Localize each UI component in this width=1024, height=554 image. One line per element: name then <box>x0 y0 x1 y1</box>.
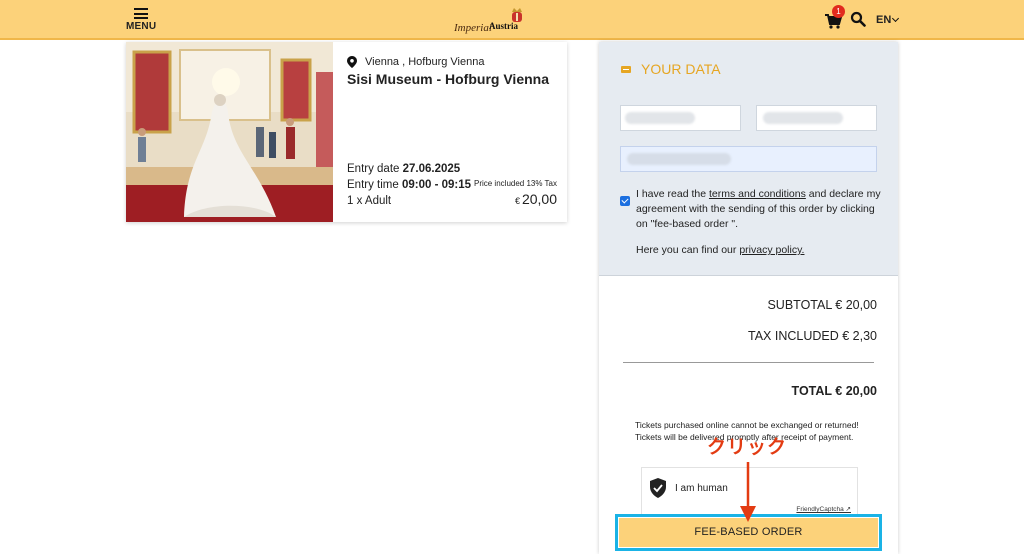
tax-note: Price included 13% Tax <box>473 179 557 188</box>
entry-date-label: Entry date <box>347 163 400 175</box>
site-header: MENU Imperial Austria 1 EN <box>0 0 1024 40</box>
product-details: Entry date 27.06.2025 Entry time 09:00 -… <box>347 161 557 209</box>
location-pin-icon <box>347 56 357 68</box>
location-text: Vienna , Hofburg Vienna <box>365 56 485 68</box>
privacy-text-pre: Here you can find our <box>636 244 740 256</box>
imperial-austria-logo[interactable]: Imperial Austria <box>454 4 528 36</box>
quantity-row: 1 x Adult €20,00 <box>347 191 557 209</box>
product-card: Vienna , Hofburg Vienna Sisi Museum - Ho… <box>126 42 567 222</box>
product-image <box>126 42 333 222</box>
shield-check-icon <box>650 478 666 498</box>
quantity-text: 1 x Adult <box>347 195 392 207</box>
click-annotation-label: クリック <box>707 436 788 458</box>
captcha-label: I am human <box>675 483 728 494</box>
email-field[interactable] <box>620 146 877 172</box>
credit-card-icon <box>621 65 631 73</box>
privacy-text: Here you can find our privacy policy. <box>636 244 804 256</box>
search-icon[interactable] <box>850 11 866 27</box>
entry-time-value: 09:00 - 09:15 <box>401 179 472 191</box>
ticket-note-line1: Tickets purchased online cannot be excha… <box>635 420 859 430</box>
language-selector[interactable]: EN <box>876 14 900 26</box>
price-value: 20,00 <box>521 191 557 207</box>
menu-label: MENU <box>126 21 157 32</box>
logo-brand: Austria <box>489 21 518 31</box>
currency-symbol: € <box>514 196 520 206</box>
your-data-section: YOUR DATA I have read the terms and cond… <box>599 42 898 276</box>
tax-included: TAX INCLUDED € 2,30 <box>748 329 877 343</box>
product-location: Vienna , Hofburg Vienna <box>347 56 557 68</box>
entry-date-row: Entry date 27.06.2025 <box>347 161 557 177</box>
logo-script: Imperial <box>454 22 492 34</box>
product-title: Sisi Museum - Hofburg Vienna <box>347 71 549 87</box>
friendlycaptcha-link[interactable]: FriendlyCaptcha ↗ <box>796 505 851 513</box>
terms-agreement-text: I have read the terms and conditions and… <box>636 187 881 232</box>
cart-count-badge: 1 <box>832 5 845 18</box>
summary-divider <box>623 362 874 363</box>
language-label: EN <box>876 14 892 26</box>
chevron-down-icon <box>892 14 900 23</box>
hamburger-icon <box>134 8 148 19</box>
agree-text-pre: I have read the <box>636 188 709 200</box>
subtotal: SUBTOTAL € 20,00 <box>767 298 877 312</box>
menu-button[interactable]: MENU <box>126 8 156 32</box>
order-total: TOTAL € 20,00 <box>791 384 877 398</box>
terms-link[interactable]: terms and conditions <box>709 188 806 200</box>
your-data-title: YOUR DATA <box>641 61 721 77</box>
arrow-down-icon <box>740 462 756 522</box>
last-name-field[interactable] <box>756 105 877 131</box>
entry-time-label: Entry time <box>347 179 399 191</box>
product-info: Vienna , Hofburg Vienna Sisi Museum - Ho… <box>347 56 557 89</box>
terms-checkbox[interactable] <box>620 196 630 206</box>
your-data-heading: YOUR DATA <box>621 61 721 77</box>
privacy-policy-link[interactable]: privacy policy. <box>739 244 804 256</box>
product-price: €20,00 <box>515 191 557 209</box>
first-name-field[interactable] <box>620 105 741 131</box>
entry-date-value: 27.06.2025 <box>402 163 461 175</box>
